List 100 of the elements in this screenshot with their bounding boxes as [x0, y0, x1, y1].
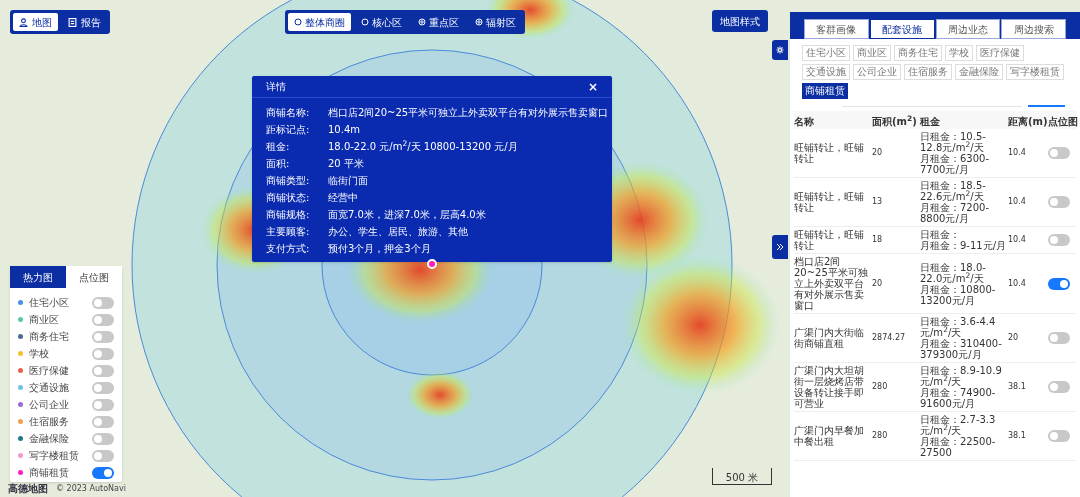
category-chip[interactable]: 住宿服务	[904, 64, 952, 80]
location-marker	[427, 259, 437, 269]
close-button[interactable]: ×	[587, 77, 598, 96]
field-value: 18.0-22.0 元/m$^{2}$/天 10800-13200 元/月	[328, 139, 518, 154]
toggle-switch[interactable]	[92, 398, 114, 411]
toggle-switch[interactable]	[1048, 430, 1070, 442]
table-cell-text: 10.4	[1008, 147, 1027, 159]
category-chip[interactable]: 学校	[945, 45, 973, 61]
settings-icon	[776, 46, 784, 54]
field-label: 商铺规格:	[266, 208, 311, 222]
category-chip[interactable]: 住宅小区	[802, 45, 850, 61]
category-chip[interactable]: 公司企业	[853, 64, 901, 80]
category-chip[interactable]: 商业区	[853, 45, 891, 61]
panel-tab[interactable]: 配套设施	[869, 19, 935, 39]
panel-tab[interactable]: 周边搜索	[1001, 19, 1066, 39]
table-cell-text: 38.1	[1008, 381, 1027, 393]
toggle-switch[interactable]	[1048, 196, 1070, 208]
table-cell-text: 广渠门内大坦胡街一层烧烤店带设备转让接手即可营业	[794, 365, 865, 409]
field-label: 距标记点:	[266, 123, 311, 137]
report-icon	[68, 17, 77, 27]
table-cell-text: 旺铺转让，旺铺转让	[794, 142, 865, 164]
field-label: 主要顾客:	[266, 225, 311, 239]
popup-title: 详情	[266, 80, 286, 94]
table-cell-text: 日租金：3.6-4.4元/m$^{2}$/天	[920, 316, 997, 338]
field-label: 支付方式:	[266, 242, 311, 256]
toggle-switch[interactable]	[1048, 381, 1070, 393]
toggle-switch[interactable]	[1048, 332, 1070, 344]
table-cell-text: 18	[872, 234, 884, 246]
panel-tab[interactable]: 周边业态	[935, 19, 1001, 39]
table-cell-text: 2874.27	[872, 332, 907, 344]
table-cell-text: 20	[872, 277, 884, 290]
category-chip[interactable]: 金融保险	[955, 64, 1003, 80]
toggle-switch[interactable]	[92, 381, 114, 394]
toggle-switch[interactable]	[92, 347, 114, 360]
table-cell-text: 日租金：	[920, 229, 961, 240]
category-chip[interactable]: 医疗保健	[976, 45, 1024, 61]
table-cell-text: 月租金：74900-91600元/月	[920, 387, 997, 409]
layer-label: 商铺租赁	[29, 466, 70, 480]
field-value: 经营中	[328, 191, 358, 205]
toggle-switch[interactable]	[92, 466, 114, 479]
field-value: 10.4m	[328, 123, 360, 137]
layer-label: 医疗保健	[29, 364, 70, 378]
layer-tab[interactable]: 热力图	[10, 266, 66, 288]
table-cell-text: 月租金：7200-8800元/月	[920, 202, 991, 224]
field-label: 租金:	[266, 140, 291, 154]
table-cell-text: 广渠门内大街临街商铺直租	[794, 327, 865, 349]
toggle-switch[interactable]	[92, 364, 114, 377]
toggle-switch[interactable]	[1048, 147, 1070, 159]
field-value: 档口店2间20~25平米可独立上外卖双平台有对外展示售卖窗口	[328, 106, 609, 120]
layer-tab[interactable]: 点位图	[66, 266, 122, 288]
circle-icon	[418, 18, 426, 26]
range-tab[interactable]: 核心区	[355, 13, 408, 31]
table-cell-text: 20	[872, 147, 884, 159]
layer-label: 住宿服务	[29, 415, 70, 429]
category-chip[interactable]: 交通设施	[802, 64, 850, 80]
category-chip[interactable]: 写字楼租赁	[1006, 64, 1064, 80]
toggle-switch[interactable]	[92, 415, 114, 428]
field-value: 办公、学生、居民、旅游、其他	[328, 225, 468, 239]
table-cell-text: 日租金：18.0-22.0元/m$^{2}$/天	[920, 261, 987, 284]
layer-label: 公司企业	[29, 398, 70, 412]
table-cell-text: 10.4	[1008, 234, 1027, 246]
table-cell-text: 日租金：8.9-10.9元/m$^{2}$/天	[920, 365, 1003, 387]
layer-label: 金融保险	[29, 432, 70, 446]
field-label: 商铺名称:	[266, 106, 311, 120]
toggle-switch[interactable]	[92, 313, 114, 326]
layer-label: 交通设施	[29, 381, 70, 395]
table-cell: 月租金：9-11元/月	[920, 240, 1008, 251]
field-value: 临街门面	[328, 174, 368, 188]
panel-tab[interactable]: 客群画像	[804, 19, 869, 39]
range-tab[interactable]: 重点区	[412, 13, 465, 31]
table-cell-text: 280	[872, 430, 889, 442]
map-mode-tab[interactable]: 报告	[62, 13, 107, 31]
column-header: 名称	[794, 116, 814, 127]
column-header: 租金	[920, 116, 940, 127]
column-header: 点位图	[1048, 116, 1078, 127]
map-mode-tab[interactable]: 地图	[13, 13, 58, 31]
table-cell-text: 13	[872, 196, 884, 208]
table-cell-text: 日租金：18.5-22.6元/m$^{2}$/天	[920, 180, 987, 202]
table-cell-text: 10.4	[1008, 196, 1027, 208]
toggle-switch[interactable]	[1048, 277, 1070, 290]
layer-label: 商务住宅	[29, 330, 70, 344]
toggle-switch[interactable]	[92, 330, 114, 343]
category-chip[interactable]: 商铺租赁	[802, 83, 848, 99]
layer-label: 学校	[29, 347, 50, 361]
settings-button[interactable]	[772, 40, 788, 60]
collapse-button[interactable]	[772, 235, 788, 259]
range-tab[interactable]: 整体商圈	[288, 13, 351, 31]
range-tab[interactable]: 辐射区	[469, 13, 522, 31]
map-style-button[interactable]: 地图样式	[712, 10, 768, 32]
toggle-switch[interactable]	[92, 296, 114, 309]
toggle-switch[interactable]	[1048, 234, 1070, 246]
toggle-switch[interactable]	[92, 449, 114, 462]
table-cell-text: 月租金：10800-13200元/月	[920, 283, 997, 306]
circle-icon	[294, 18, 302, 26]
column-header: 面积(m$^{2}$)	[872, 116, 917, 127]
heat-spot	[405, 370, 475, 420]
toggle-switch[interactable]	[92, 432, 114, 445]
category-chip[interactable]: 商务住宅	[894, 45, 942, 61]
copyright-text: © 2023 AutoNavi	[56, 485, 126, 493]
field-label: 商铺状态:	[266, 191, 311, 205]
